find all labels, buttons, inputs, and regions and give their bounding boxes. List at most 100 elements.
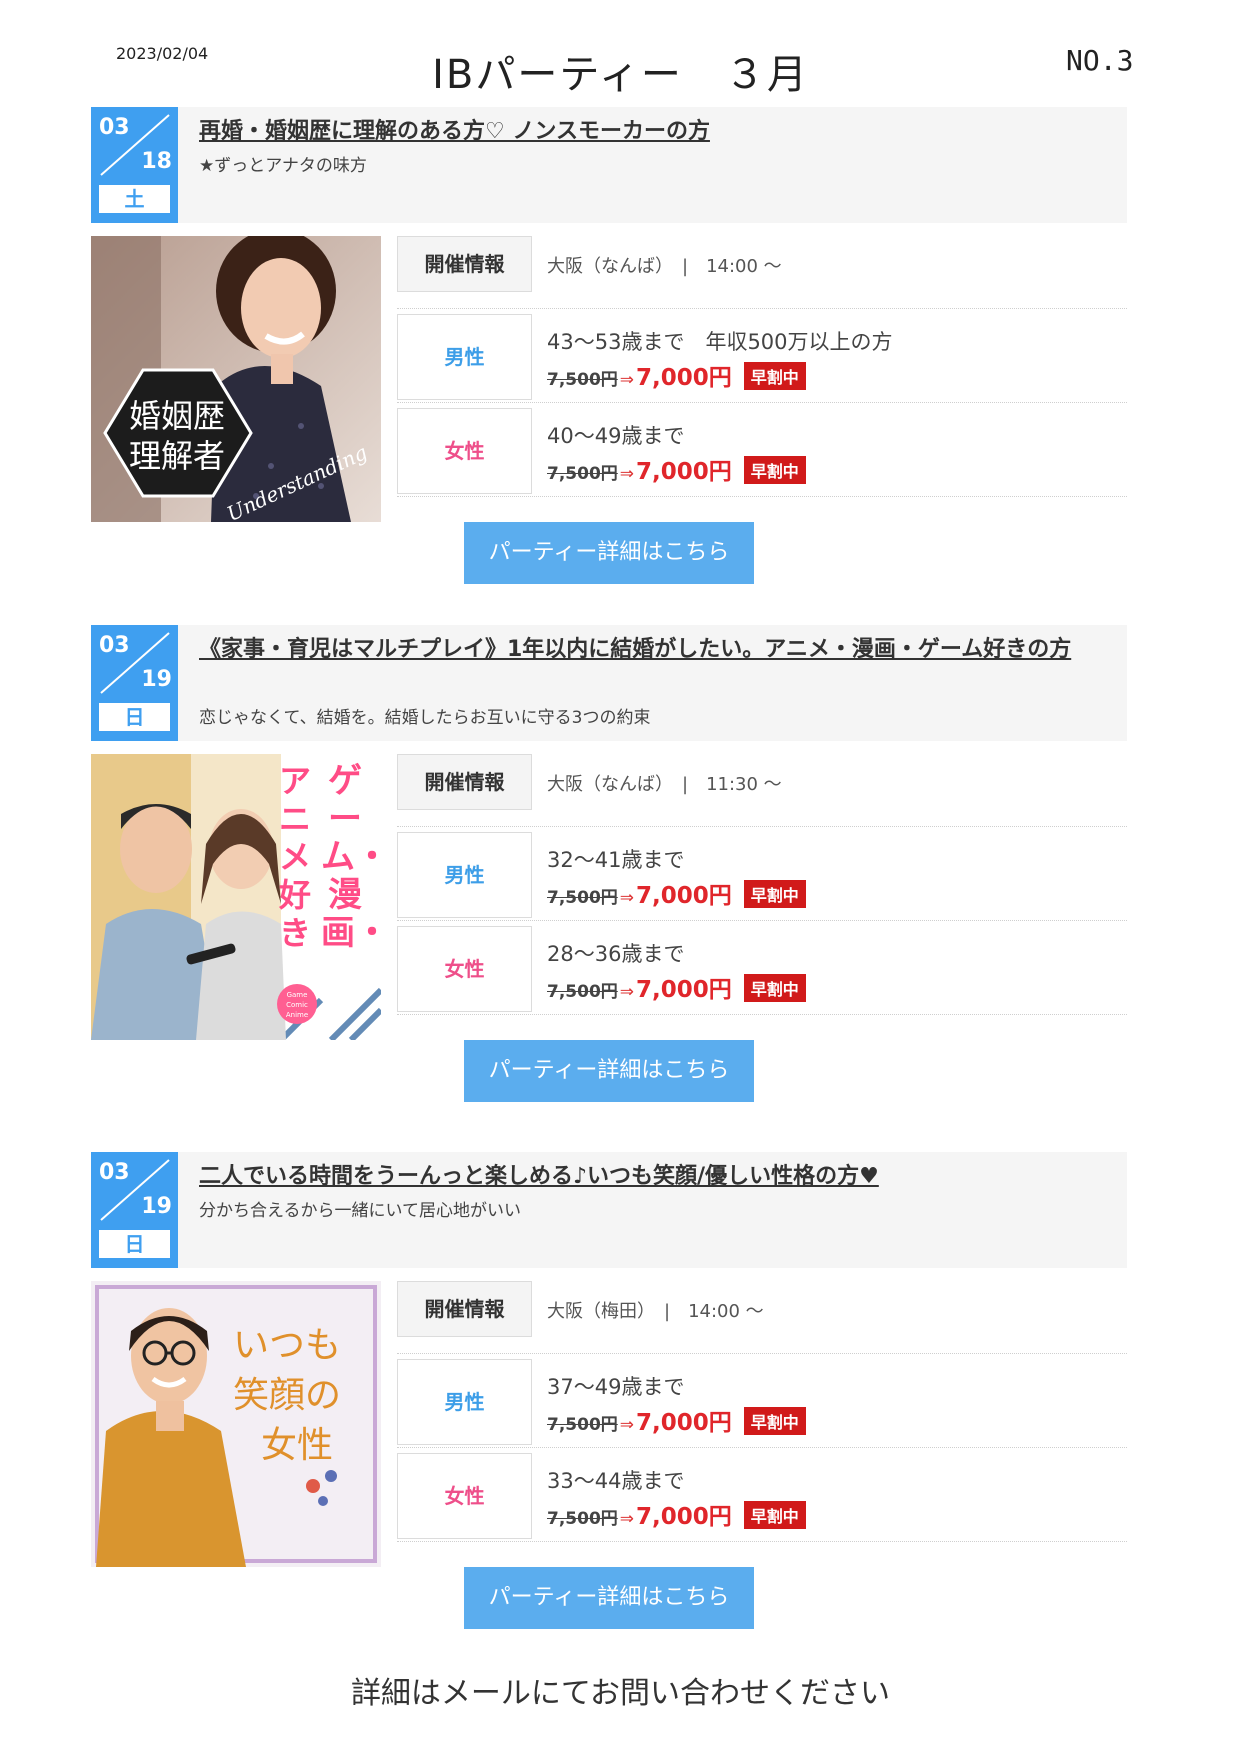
party-details-button[interactable]: パーティー詳細はこちら [464, 1567, 754, 1629]
genre-badge: Game Comic Anime [277, 984, 317, 1024]
early-discount-badge: 早割中 [743, 456, 806, 484]
venue: 大阪（なんば） [547, 774, 664, 795]
arrow-icon: ⇒ [619, 982, 635, 1002]
early-discount-badge: 早割中 [743, 1501, 806, 1529]
info-row: 開催情報 大阪（なんば） | 11:30 ～ [397, 754, 1127, 827]
event-weekday: 日 [99, 1230, 170, 1258]
male-condition: 32～41歳まで [547, 848, 685, 872]
info-label: 開催情報 [397, 754, 532, 810]
info-label: 開催情報 [397, 236, 532, 292]
photo-caption-line: 笑顔の [233, 1375, 342, 1416]
old-price: 7,500円 [547, 1509, 618, 1529]
info-label: 開催情報 [397, 1281, 532, 1337]
male-label: 男性 [397, 832, 532, 918]
date-badge: 03 19 日 [91, 625, 178, 741]
female-price: 7,500円 ⇒7,000円 早割中 [547, 452, 806, 486]
venue-time: 大阪（梅田） | 14:00 ～ [547, 1301, 764, 1322]
old-price: 7,500円 [547, 370, 618, 390]
event-weekday: 土 [99, 185, 170, 213]
old-price: 7,500円 [547, 464, 618, 484]
photo-caption-line: 女性 [261, 1425, 334, 1466]
venue: 大阪（梅田） [547, 1301, 646, 1322]
event-subtitle: ★ずっとアナタの味方 [199, 156, 367, 176]
old-price: 7,500円 [547, 982, 618, 1002]
event-photo: いつも 笑顔の 女性 [91, 1281, 381, 1567]
party-details-button[interactable]: パーティー詳細はこちら [464, 1040, 754, 1102]
female-row: 女性 33～44歳まで 7,500円 ⇒7,000円 早割中 [397, 1453, 1127, 1542]
event-title-link[interactable]: 《家事・育児はマルチプレイ》1年以内に結婚がしたい。アニメ・漫画・ゲーム好きの方 [199, 633, 1119, 667]
female-price: 7,500円 ⇒7,000円 早割中 [547, 970, 806, 1004]
info-row: 開催情報 大阪（梅田） | 14:00 ～ [397, 1281, 1127, 1354]
old-price: 7,500円 [547, 888, 618, 908]
new-price: 7,000円 [636, 365, 732, 391]
early-discount-badge: 早割中 [743, 1407, 806, 1435]
event-subtitle: 分かち合えるから一緒にいて居心地がいい [199, 1201, 521, 1221]
event-header: 03 18 土 再婚・婚姻歴に理解のある方♡ ノンスモーカーの方 ★ずっとアナタ… [91, 107, 1127, 223]
page-number: NO.3 [1066, 44, 1134, 77]
event-day: 19 [141, 1194, 172, 1219]
event-day: 18 [141, 149, 172, 174]
event-month: 03 [99, 633, 130, 658]
male-label: 男性 [397, 314, 532, 400]
contact-note: 詳細はメールにてお問い合わせください [350, 1676, 891, 1711]
male-price: 7,500円 ⇒7,000円 早割中 [547, 1403, 806, 1437]
female-condition: 33～44歳まで [547, 1469, 685, 1493]
event-title-link[interactable]: 二人でいる時間をうーんっと楽しめる♪いつも笑顔/優しい性格の方♥ [199, 1160, 1119, 1194]
old-price: 7,500円 [547, 1415, 618, 1435]
new-price: 7,000円 [636, 883, 732, 909]
early-discount-badge: 早割中 [743, 974, 806, 1002]
male-condition: 43～53歳まで 年収500万以上の方 [547, 330, 893, 354]
female-condition: 40～49歳まで [547, 424, 685, 448]
early-discount-badge: 早割中 [743, 880, 806, 908]
date-badge: 03 19 日 [91, 1152, 178, 1268]
photo-caption-line: 理解者 [129, 437, 226, 475]
date-badge: 03 18 土 [91, 107, 178, 223]
info-row: 開催情報 大阪（なんば） | 14:00 ～ [397, 236, 1127, 309]
photo-caption: 婚姻歴 理解者 [129, 396, 225, 476]
venue: 大阪（なんば） [547, 256, 664, 277]
venue-time: 大阪（なんば） | 14:00 ～ [547, 256, 782, 277]
page-title: IBパーティー ３月 [432, 52, 809, 98]
start-time: 14:00 ～ [706, 256, 782, 277]
event-title-link[interactable]: 再婚・婚姻歴に理解のある方♡ ノンスモーカーの方 [199, 115, 1119, 149]
male-price: 7,500円 ⇒7,000円 早割中 [547, 876, 806, 910]
event-subtitle: 恋じゃなくて、結婚を。結婚したらお互いに守る3つの約束 [199, 708, 651, 728]
female-price: 7,500円 ⇒7,000円 早割中 [547, 1497, 806, 1531]
male-row: 男性 43～53歳まで 年収500万以上の方 7,500円 ⇒7,000円 早割中 [397, 314, 1127, 403]
new-price: 7,000円 [636, 977, 732, 1003]
event-card: 03 19 日 二人でいる時間をうーんっと楽しめる♪いつも笑顔/優しい性格の方♥… [91, 1152, 1127, 1632]
arrow-icon: ⇒ [619, 1509, 635, 1529]
event-day: 19 [141, 667, 172, 692]
event-photo: ゲーム・漫画・ アニメ好き Game Comic Anime [91, 754, 381, 1040]
male-label: 男性 [397, 1359, 532, 1445]
male-row: 男性 32～41歳まで 7,500円 ⇒7,000円 早割中 [397, 832, 1127, 921]
event-card: 03 19 日 《家事・育児はマルチプレイ》1年以内に結婚がしたい。アニメ・漫画… [91, 625, 1127, 1105]
male-price: 7,500円 ⇒7,000円 早割中 [547, 358, 806, 392]
new-price: 7,000円 [636, 1410, 732, 1436]
photo-caption: いつも 笑顔の 女性 [233, 1321, 341, 1471]
party-details-button[interactable]: パーティー詳細はこちら [464, 522, 754, 584]
start-time: 11:30 ～ [706, 774, 782, 795]
new-price: 7,000円 [636, 459, 732, 485]
photo-caption-line: いつも [233, 1325, 342, 1366]
arrow-icon: ⇒ [619, 888, 635, 908]
arrow-icon: ⇒ [619, 464, 635, 484]
female-label: 女性 [397, 408, 532, 494]
female-label: 女性 [397, 1453, 532, 1539]
start-time: 14:00 ～ [688, 1301, 764, 1322]
photo-caption-vertical: ゲーム・漫画・ [321, 761, 381, 953]
arrow-icon: ⇒ [619, 370, 635, 390]
event-photo: 婚姻歴 理解者 Understanding [91, 236, 381, 522]
event-card: 03 18 土 再婚・婚姻歴に理解のある方♡ ノンスモーカーの方 ★ずっとアナタ… [91, 107, 1127, 587]
venue-time: 大阪（なんば） | 11:30 ～ [547, 774, 782, 795]
early-discount-badge: 早割中 [743, 362, 806, 390]
male-condition: 37～49歳まで [547, 1375, 685, 1399]
female-row: 女性 40～49歳まで 7,500円 ⇒7,000円 早割中 [397, 408, 1127, 497]
arrow-icon: ⇒ [619, 1415, 635, 1435]
new-price: 7,000円 [636, 1504, 732, 1530]
photo-caption-vertical: アニメ好き [278, 762, 311, 952]
event-weekday: 日 [99, 703, 170, 731]
male-row: 男性 37～49歳まで 7,500円 ⇒7,000円 早割中 [397, 1359, 1127, 1448]
photo-caption-line: 婚姻歴 [129, 397, 226, 435]
female-label: 女性 [397, 926, 532, 1012]
